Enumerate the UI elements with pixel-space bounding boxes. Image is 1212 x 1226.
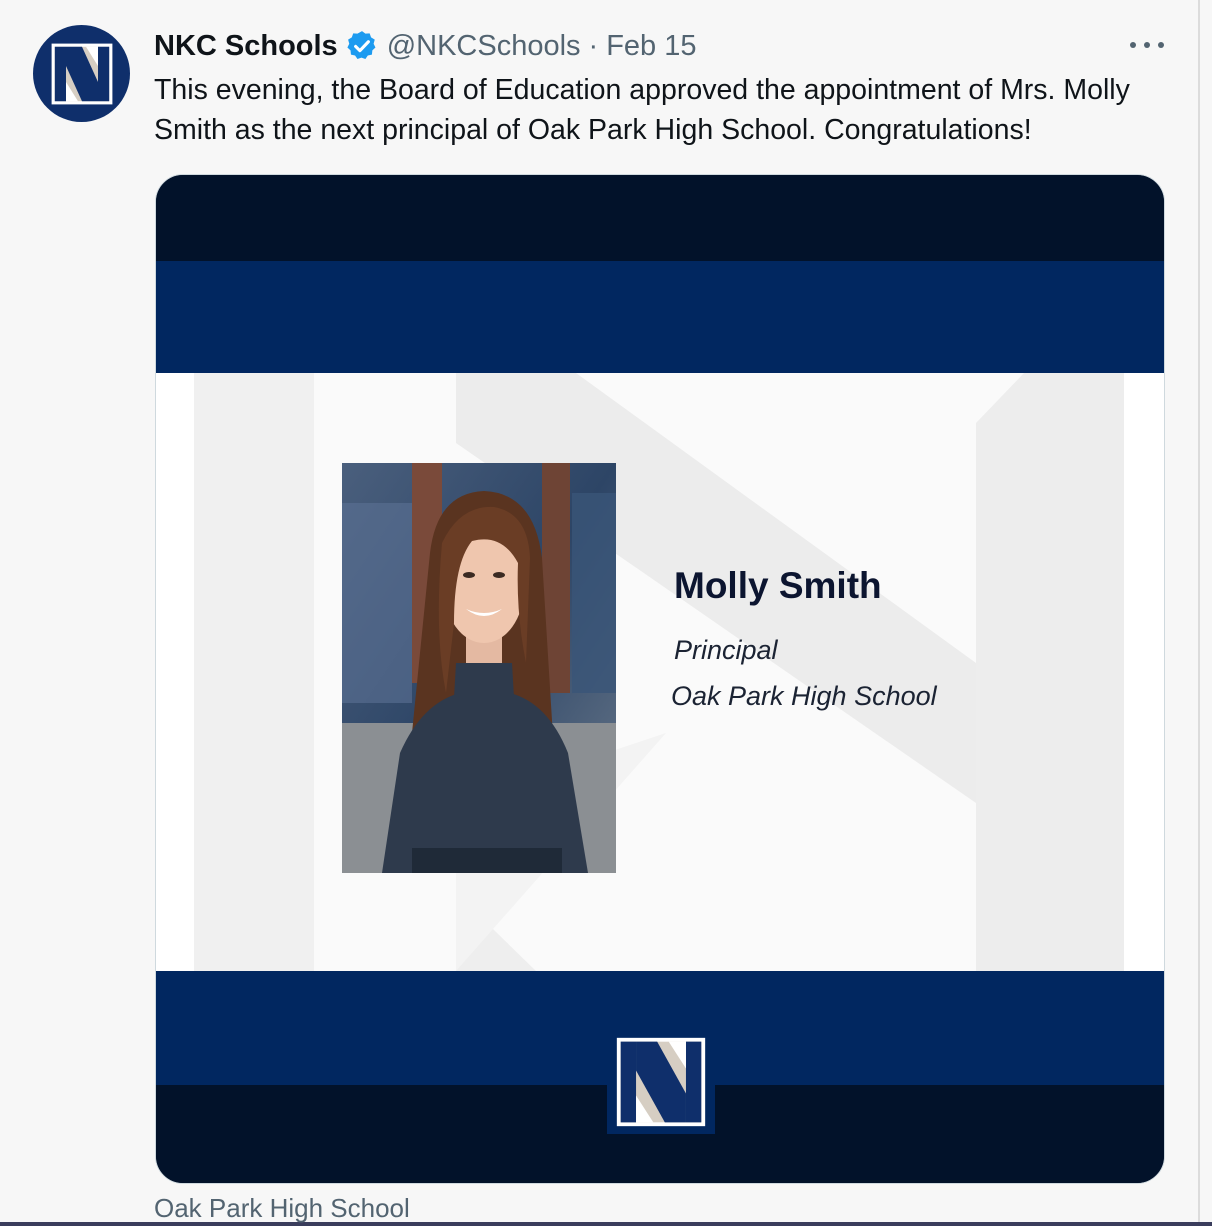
watermark-n-pattern [156, 373, 1164, 971]
column-divider [1198, 0, 1200, 1226]
more-options-icon[interactable] [1130, 30, 1164, 60]
display-name[interactable]: NKC Schools [154, 30, 338, 63]
more-dot [1158, 42, 1164, 48]
school-name: Oak Park High School [671, 681, 937, 711]
tweet-media-image[interactable]: Molly Smith Principal Oak Park High Scho… [155, 174, 1165, 1184]
tweet-text: This evening, the Board of Education app… [154, 74, 1130, 146]
tweet-header: NKC Schools @NKCSchools · Feb 15 [154, 26, 697, 66]
nkc-logo-icon [51, 43, 112, 104]
more-dot [1130, 42, 1136, 48]
graphic-blue-band [156, 261, 1164, 373]
profile-avatar[interactable] [33, 25, 130, 122]
more-dot [1144, 42, 1150, 48]
principal-title: Principal [674, 635, 778, 665]
tweet-date[interactable]: Feb 15 [606, 30, 696, 63]
nkc-logo-icon [607, 1030, 715, 1134]
media-caption: Oak Park High School [154, 1193, 410, 1223]
verified-badge-icon [345, 29, 379, 63]
user-handle[interactable]: @NKCSchools [387, 30, 581, 63]
graphic-top-band [156, 175, 1164, 261]
portrait-photo [342, 463, 616, 873]
principal-name: Molly Smith [674, 565, 882, 606]
separator-dot: · [588, 29, 599, 62]
graphic-content-area [156, 373, 1164, 971]
